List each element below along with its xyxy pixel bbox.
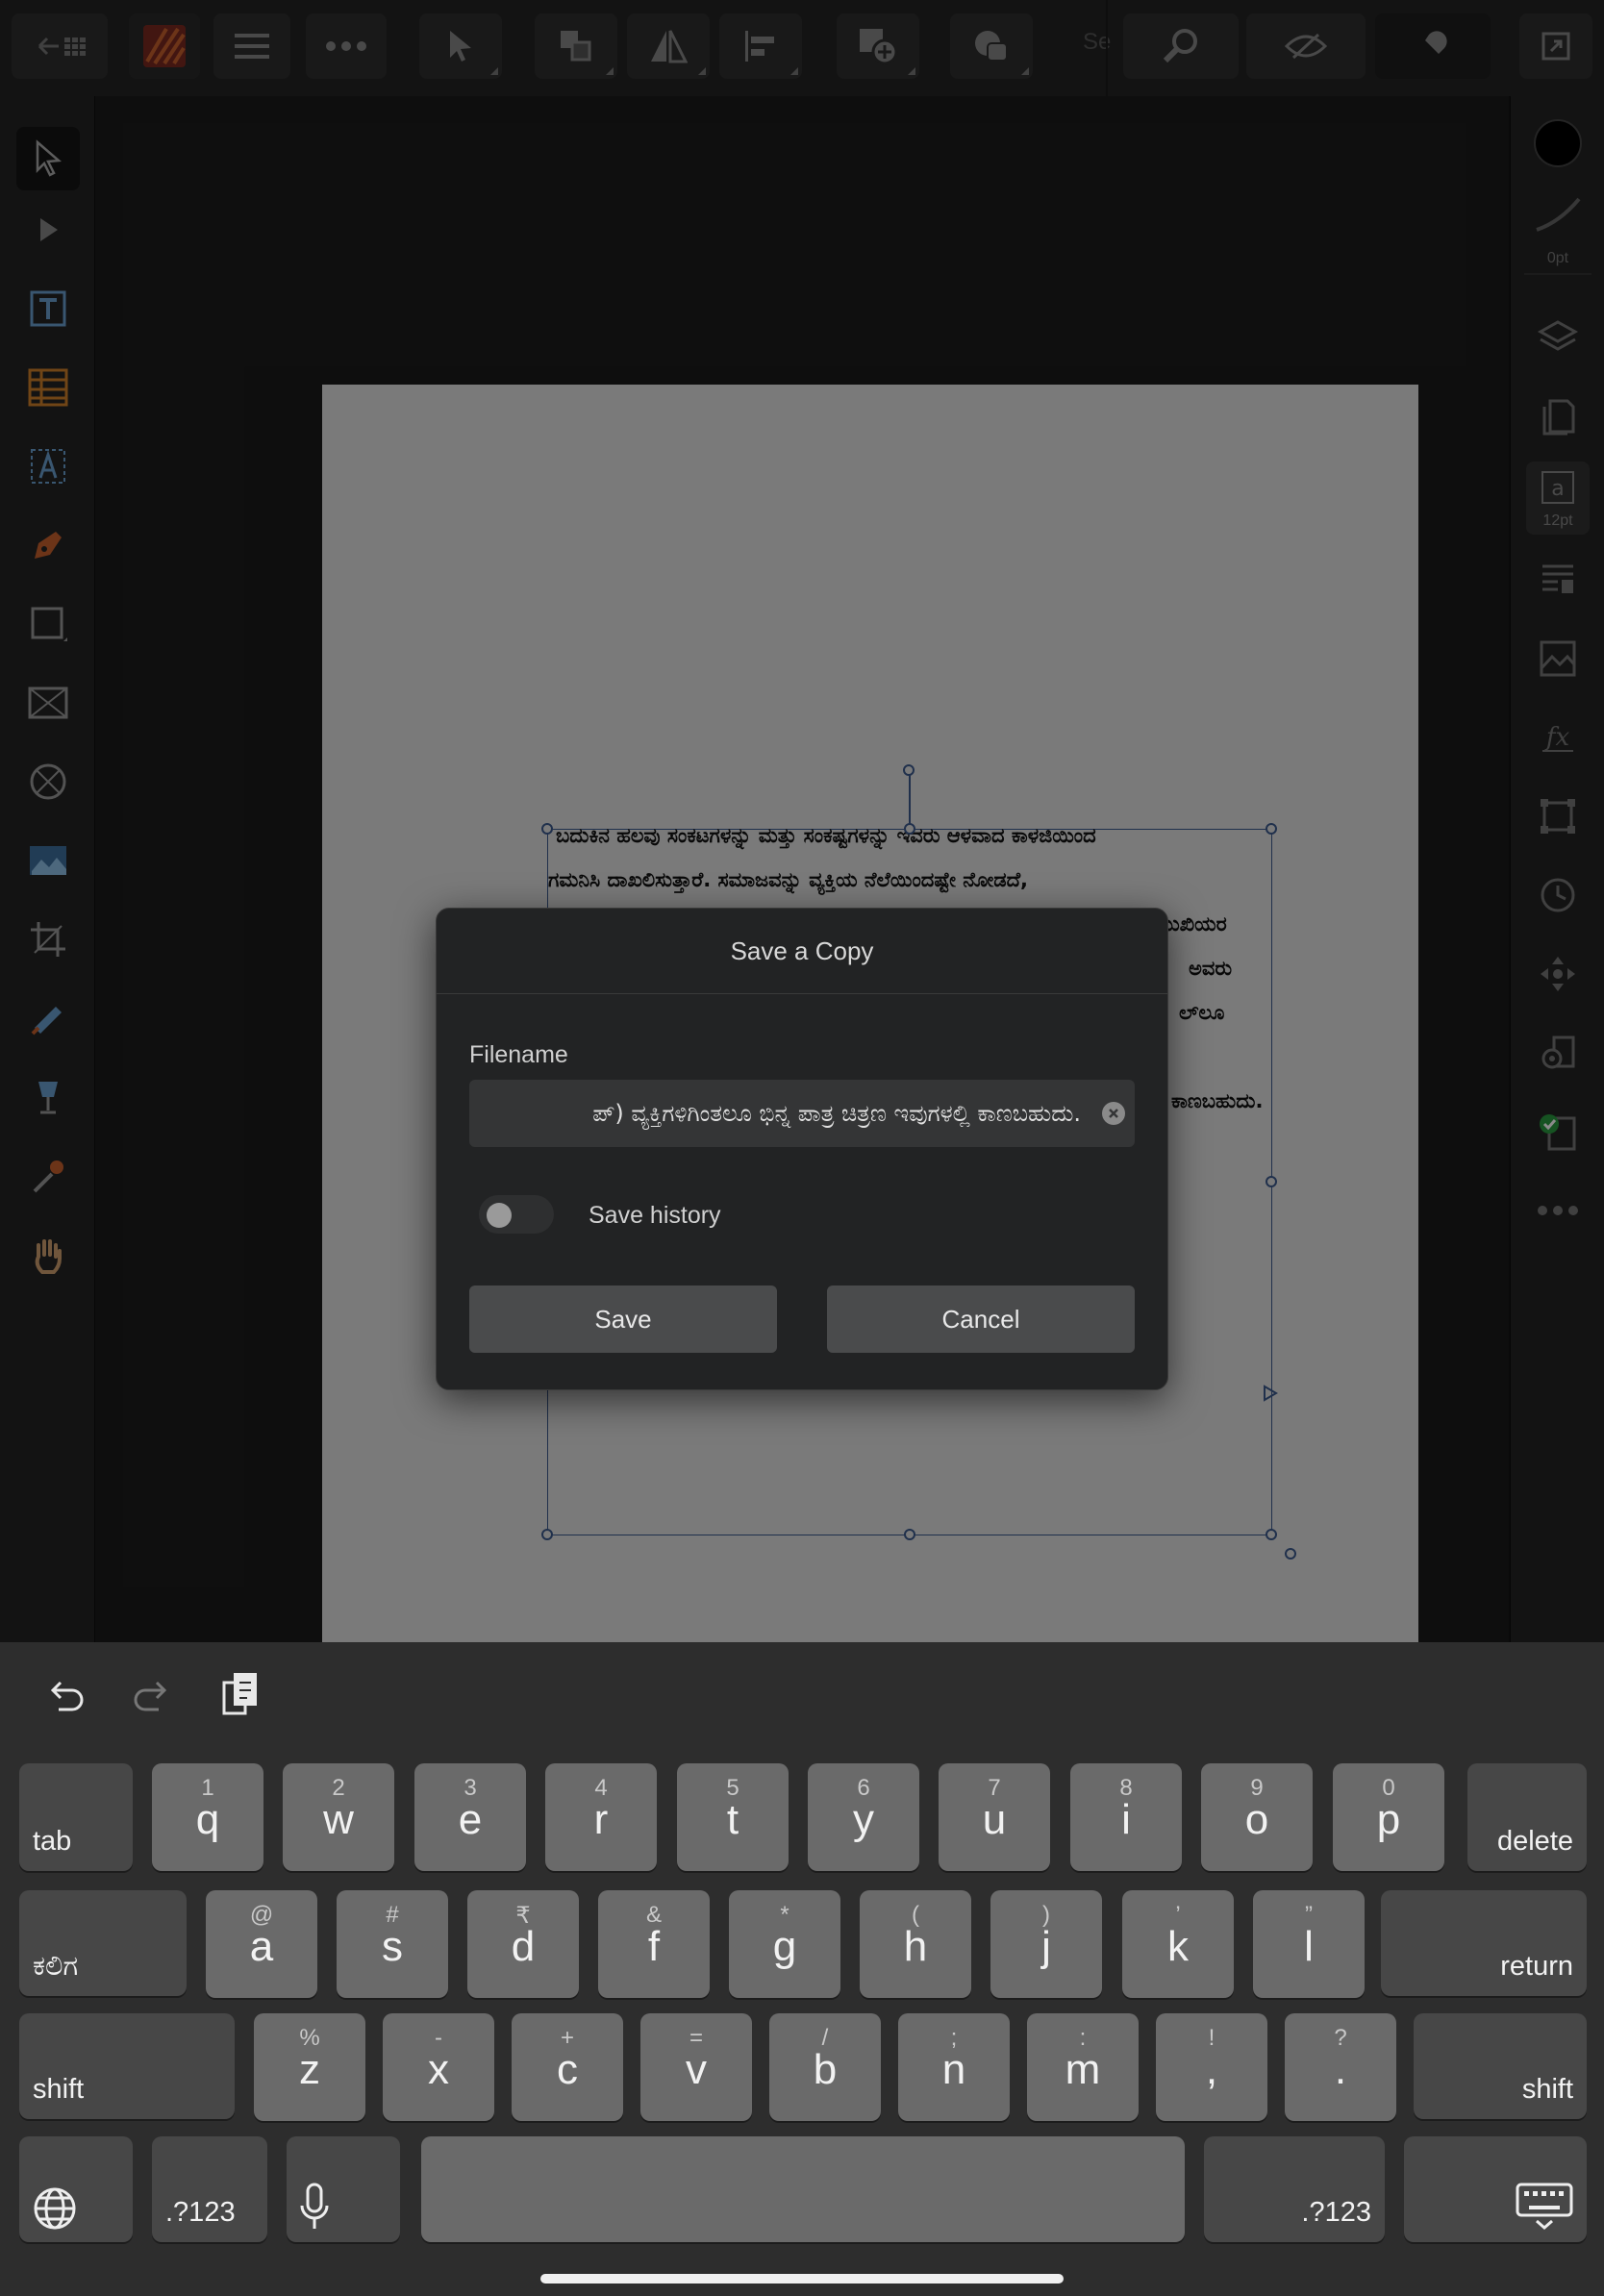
- language-key[interactable]: ಕಲಿಗ: [19, 1890, 187, 1996]
- key-char: i: [1121, 1796, 1131, 1843]
- numbers-key-left[interactable]: .?123: [152, 2136, 267, 2242]
- clear-filename-button[interactable]: [1102, 1102, 1125, 1125]
- key-char: n: [941, 2046, 966, 2093]
- key-char: o: [1244, 1796, 1269, 1843]
- key-char: p: [1376, 1796, 1401, 1843]
- delete-key-label: delete: [1496, 1826, 1573, 1857]
- key-char: r: [593, 1796, 609, 1843]
- key-b[interactable]: / b: [769, 2013, 881, 2121]
- key-char: c: [557, 2046, 578, 2093]
- key-char: z: [299, 2046, 320, 2093]
- key-char: b: [813, 2046, 838, 2093]
- save-button[interactable]: Save: [469, 1285, 777, 1353]
- key-char: h: [903, 1923, 928, 1970]
- key-char: d: [511, 1923, 536, 1970]
- filename-input[interactable]: ಪ್) ವ್ಯಕ್ತಿಗಳಿಗಿಂತಲೂ ಭಿನ್ನ ಪಾತ್ರ ಚಿತ್ರಣ …: [469, 1080, 1135, 1147]
- key-char: g: [772, 1923, 797, 1970]
- key-g[interactable]: * g: [729, 1890, 840, 1998]
- key-char: k: [1167, 1923, 1189, 1970]
- modal-backdrop: [0, 0, 1604, 1642]
- globe-icon: [34, 2187, 76, 2230]
- key-char: w: [323, 1796, 354, 1843]
- toggle-knob: [487, 1203, 512, 1228]
- microphone-icon: [300, 2183, 329, 2229]
- language-key-label: ಕಲಿಗ: [33, 1951, 79, 1982]
- key-r[interactable]: 4r: [545, 1763, 657, 1871]
- key-.[interactable]: ?.: [1285, 2013, 1396, 2121]
- key-k[interactable]: ’ k: [1122, 1890, 1234, 1998]
- key-d[interactable]: ₹ d: [467, 1890, 579, 1998]
- save-copy-dialog: Save a Copy Filename ಪ್) ವ್ಯಕ್ತಿಗಳಿಗಿಂತಲ…: [436, 908, 1168, 1390]
- redo-icon: [134, 1681, 167, 1711]
- key-,[interactable]: !,: [1156, 2013, 1267, 2121]
- key-h[interactable]: (h: [860, 1890, 971, 1998]
- numbers-key-right[interactable]: .?123: [1204, 2136, 1385, 2242]
- key-char: t: [726, 1796, 739, 1843]
- key-y[interactable]: 6y: [808, 1763, 919, 1871]
- shift-key-left[interactable]: shift: [19, 2013, 235, 2119]
- globe-key[interactable]: [19, 2136, 133, 2242]
- key-char: v: [686, 2046, 707, 2093]
- key-char: y: [853, 1796, 874, 1843]
- close-icon: [1109, 1109, 1118, 1118]
- hide-keyboard-key[interactable]: [1404, 2136, 1587, 2242]
- key-z[interactable]: % z: [254, 2013, 365, 2121]
- key-char: e: [458, 1796, 483, 1843]
- numbers-key-right-label: .?123: [1301, 2197, 1371, 2228]
- cancel-button[interactable]: Cancel: [827, 1285, 1135, 1353]
- key-j[interactable]: ) j: [990, 1890, 1102, 1998]
- filename-value: ಪ್) ವ್ಯಕ್ತಿಗಳಿಗಿಂತಲೂ ಭಿನ್ನ ಪಾತ್ರ ಚಿತ್ರಣ …: [592, 1100, 1081, 1127]
- save-history-label: Save history: [589, 1202, 721, 1229]
- undo-button[interactable]: [37, 1661, 94, 1729]
- key-char: a: [249, 1923, 274, 1970]
- key-t[interactable]: 5t: [677, 1763, 789, 1871]
- key-e[interactable]: 3e: [414, 1763, 526, 1871]
- keyboard-dismiss-icon: [1516, 2183, 1573, 2230]
- key-i[interactable]: 8i: [1070, 1763, 1182, 1871]
- key-char: f: [647, 1923, 661, 1970]
- shift-key-right-label: shift: [1521, 2074, 1573, 2105]
- undo-icon: [50, 1681, 84, 1711]
- save-history-toggle[interactable]: [479, 1195, 554, 1234]
- redo-button[interactable]: [123, 1661, 181, 1729]
- key-char: l: [1304, 1923, 1314, 1970]
- key-q[interactable]: 1q: [152, 1763, 263, 1871]
- key-char: ,: [1205, 2046, 1218, 2093]
- key-l[interactable]: ” l: [1253, 1890, 1365, 1998]
- key-char: x: [428, 2046, 449, 2093]
- space-key[interactable]: [421, 2136, 1185, 2242]
- key-o[interactable]: 9o: [1201, 1763, 1313, 1871]
- key-char: .: [1334, 2046, 1347, 2093]
- dictation-key[interactable]: [287, 2136, 400, 2242]
- key-char: u: [982, 1796, 1007, 1843]
- numbers-key-left-label: .?123: [165, 2197, 236, 2228]
- return-key[interactable]: return: [1381, 1890, 1587, 1996]
- filename-label: Filename: [469, 1041, 568, 1068]
- key-char: q: [195, 1796, 220, 1843]
- key-u[interactable]: 7u: [939, 1763, 1050, 1871]
- key-char: j: [1041, 1923, 1051, 1970]
- key-p[interactable]: 0p: [1333, 1763, 1444, 1871]
- key-f[interactable]: & f: [598, 1890, 710, 1998]
- key-c[interactable]: + c: [512, 2013, 623, 2121]
- key-x[interactable]: -x: [383, 2013, 494, 2121]
- key-s[interactable]: # s: [337, 1890, 448, 1998]
- key-char: s: [382, 1923, 403, 1970]
- return-key-label: return: [1500, 1951, 1573, 1982]
- tab-key[interactable]: tab: [19, 1763, 133, 1871]
- paste-icon: [222, 1673, 257, 1715]
- shift-key-right[interactable]: shift: [1414, 2013, 1587, 2119]
- key-v[interactable]: = v: [640, 2013, 752, 2121]
- home-indicator: [540, 2274, 1064, 2284]
- paste-button[interactable]: [212, 1661, 269, 1729]
- key-m[interactable]: :m: [1027, 2013, 1139, 2121]
- delete-key[interactable]: delete: [1467, 1763, 1587, 1871]
- key-a[interactable]: @ a: [206, 1890, 317, 1998]
- key-w[interactable]: 2w: [283, 1763, 394, 1871]
- key-n[interactable]: ; n: [898, 2013, 1010, 2121]
- tab-key-label: tab: [33, 1826, 72, 1857]
- shift-key-left-label: shift: [33, 2074, 85, 2105]
- dialog-title: Save a Copy: [437, 909, 1167, 994]
- key-char: m: [1065, 2046, 1101, 2093]
